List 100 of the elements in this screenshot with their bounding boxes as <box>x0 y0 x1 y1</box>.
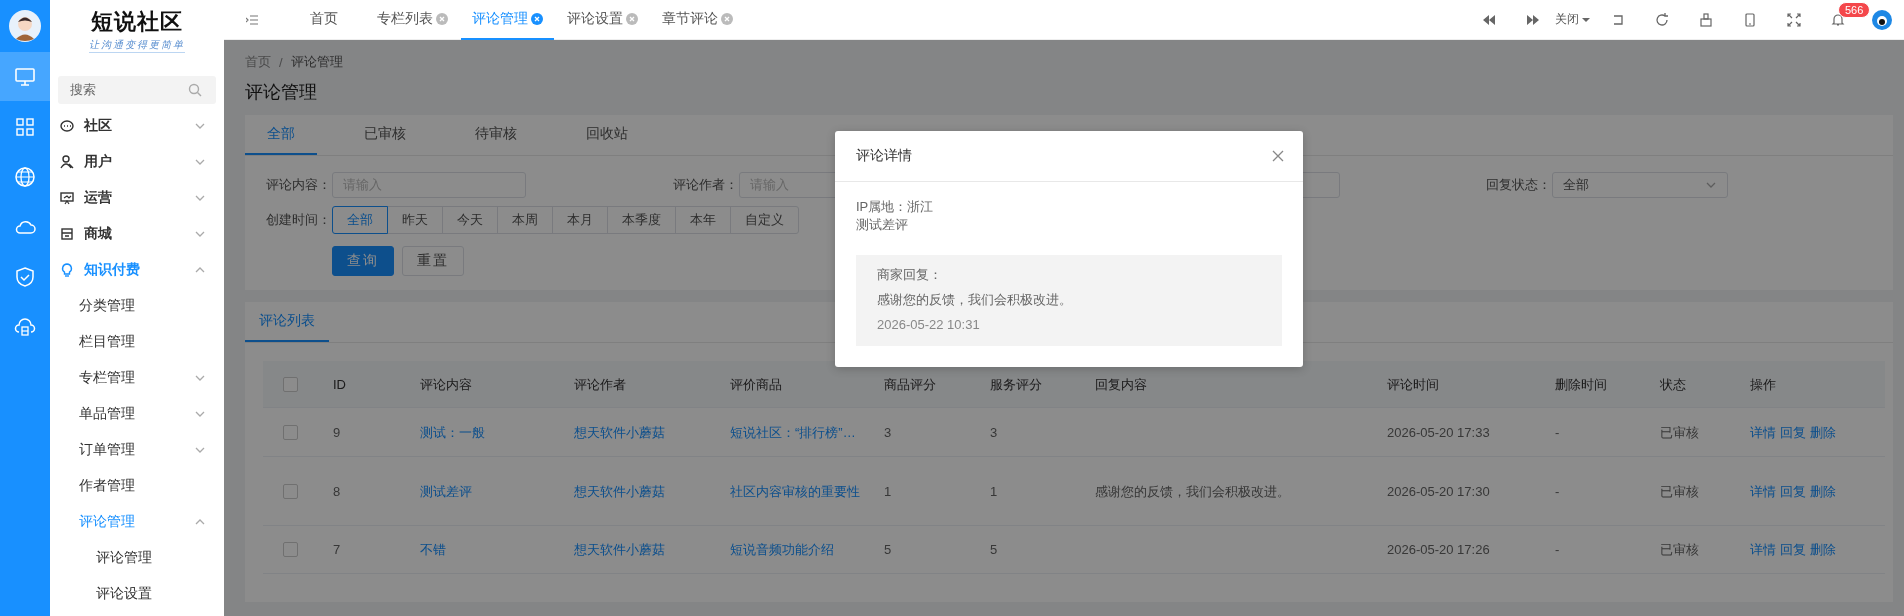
select-field[interactable]: 全部 <box>1552 172 1729 198</box>
store-icon <box>60 227 74 241</box>
fullscreen-icon[interactable] <box>1787 12 1801 27</box>
menu-item[interactable]: 作者管理 <box>50 468 224 504</box>
date-option[interactable]: 全部 <box>332 206 388 234</box>
table-cell-text: 已审核 <box>1659 482 1700 501</box>
grid-icon <box>14 115 36 138</box>
table-cell-text: 9 <box>332 423 342 442</box>
menu-item[interactable]: 知识付费 <box>50 252 224 288</box>
table-cell-text: 1 <box>989 482 999 501</box>
product-link[interactable]: 短说社区：“排行榜”… <box>710 422 864 442</box>
fast-forward-icon[interactable] <box>1526 12 1540 27</box>
action-link[interactable]: 回复 <box>1780 481 1806 501</box>
date-option[interactable]: 本季度 <box>607 206 676 234</box>
table-cell-text: - <box>1554 541 1561 559</box>
menu-item[interactable]: 订单管理 <box>50 432 224 468</box>
close-icon[interactable] <box>531 12 543 25</box>
action-link[interactable]: 删除 <box>1810 481 1836 501</box>
table-cell-text: 3 <box>989 423 999 442</box>
author-link[interactable]: 想天软件小蘑菇 <box>554 481 710 501</box>
menu-item[interactable]: 专栏管理 <box>50 360 224 396</box>
tab[interactable]: 专栏列表 <box>366 0 459 40</box>
menu-item[interactable]: 商城 <box>50 216 224 252</box>
menu-item[interactable]: 评论管理 <box>50 504 224 540</box>
menu-item[interactable]: 评论设置 <box>50 576 224 612</box>
close-icon[interactable] <box>626 12 638 25</box>
menu-item[interactable]: 分类管理 <box>50 288 224 324</box>
close-icon[interactable] <box>721 12 733 25</box>
close-menu[interactable]: 关闭 <box>1555 11 1590 28</box>
comment-link[interactable]: 测试差评 <box>400 481 554 501</box>
column-header: ID <box>332 375 347 394</box>
column-header: 服务评分 <box>989 375 1043 394</box>
bell-icon[interactable] <box>1831 12 1845 27</box>
menu-item[interactable]: 运营 <box>50 180 224 216</box>
return-icon[interactable] <box>1611 12 1625 27</box>
checkbox[interactable] <box>283 483 298 499</box>
action-link[interactable]: 回复 <box>1780 422 1806 442</box>
list-tab[interactable]: 评论列表 <box>245 302 329 342</box>
action-link[interactable]: 详情 <box>1750 481 1776 501</box>
product-link[interactable]: 社区内容审核的重要性 <box>710 481 864 501</box>
tab[interactable]: 评论设置 <box>556 0 649 40</box>
filter-tab[interactable]: 已审核 <box>342 115 428 155</box>
action-link[interactable]: 删除 <box>1810 422 1836 442</box>
author-link[interactable]: 想天软件小蘑菇 <box>554 422 710 442</box>
logo-slogan: 让沟通变得更简单 <box>89 38 185 53</box>
search-field[interactable]: 搜索 <box>58 76 216 104</box>
shield-icon <box>14 265 36 288</box>
comment-link[interactable]: 测试：一般 <box>400 422 554 442</box>
caret-down-icon <box>1582 15 1590 24</box>
reply-text: 感谢您的反馈，我们会积极改进。 <box>877 291 1073 309</box>
date-option[interactable]: 本周 <box>497 206 553 234</box>
reply-label: 商家回复： <box>877 266 943 284</box>
refresh-icon[interactable] <box>1655 12 1669 27</box>
menu-item[interactable]: 栏目管理 <box>50 324 224 360</box>
author-link[interactable]: 想天软件小蘑菇 <box>554 540 710 559</box>
column-header: 评价商品 <box>729 375 783 394</box>
menu-item[interactable]: 用户 <box>50 144 224 180</box>
comment-link[interactable]: 不错 <box>400 540 554 559</box>
date-option[interactable]: 本月 <box>552 206 608 234</box>
table-cell-text: 已审核 <box>1659 541 1700 559</box>
table-cell-text: 2026-05-20 17:30 <box>1386 482 1491 501</box>
product-link[interactable]: 短说音频功能介绍 <box>710 540 864 559</box>
action-link[interactable]: 删除 <box>1810 540 1836 559</box>
action-link[interactable]: 详情 <box>1750 540 1776 559</box>
date-option[interactable]: 自定义 <box>730 206 799 234</box>
close-icon[interactable] <box>436 12 448 25</box>
column-header: 操作 <box>1749 375 1777 394</box>
date-option[interactable]: 昨天 <box>387 206 443 234</box>
search-button[interactable]: 查询 <box>332 246 394 276</box>
table-cell-text: 8 <box>332 482 342 501</box>
date-option[interactable]: 本年 <box>675 206 731 234</box>
filter-tab[interactable]: 待审核 <box>453 115 539 155</box>
table-cell-text: 7 <box>332 541 342 559</box>
reset-button[interactable]: 重置 <box>402 246 464 276</box>
tab[interactable]: 首页 <box>280 0 364 40</box>
mobile-icon[interactable] <box>1743 12 1757 27</box>
table-cell-text: 2026-05-20 17:33 <box>1386 423 1491 442</box>
menu-item[interactable]: 社区 <box>50 108 224 144</box>
action-link[interactable]: 详情 <box>1750 422 1776 442</box>
table-cell-text: 5 <box>989 541 999 559</box>
column-header: 删除时间 <box>1554 375 1608 394</box>
avatar-icon[interactable] <box>1872 9 1892 30</box>
checkbox[interactable] <box>283 542 298 557</box>
menu-fold-icon[interactable] <box>246 13 258 26</box>
date-option[interactable]: 今天 <box>442 206 498 234</box>
menu-item[interactable]: 单品管理 <box>50 396 224 432</box>
checkbox[interactable] <box>283 376 298 392</box>
filter-tab[interactable]: 全部 <box>245 115 317 155</box>
action-link[interactable]: 回复 <box>1780 540 1806 559</box>
menu-item[interactable]: 评论管理 <box>50 540 224 576</box>
close-icon[interactable] <box>1271 149 1285 163</box>
tab[interactable]: 章节评论 <box>651 0 744 40</box>
field-label: 评论内容： <box>266 176 332 194</box>
filter-tab[interactable]: 回收站 <box>564 115 650 155</box>
rewind-icon[interactable] <box>1482 12 1496 27</box>
checkbox[interactable] <box>283 424 298 440</box>
table-cell-text: - <box>1554 423 1561 442</box>
search-icon <box>188 83 202 97</box>
rail-item[interactable] <box>0 52 50 101</box>
table-cell-text: 3 <box>883 423 893 442</box>
